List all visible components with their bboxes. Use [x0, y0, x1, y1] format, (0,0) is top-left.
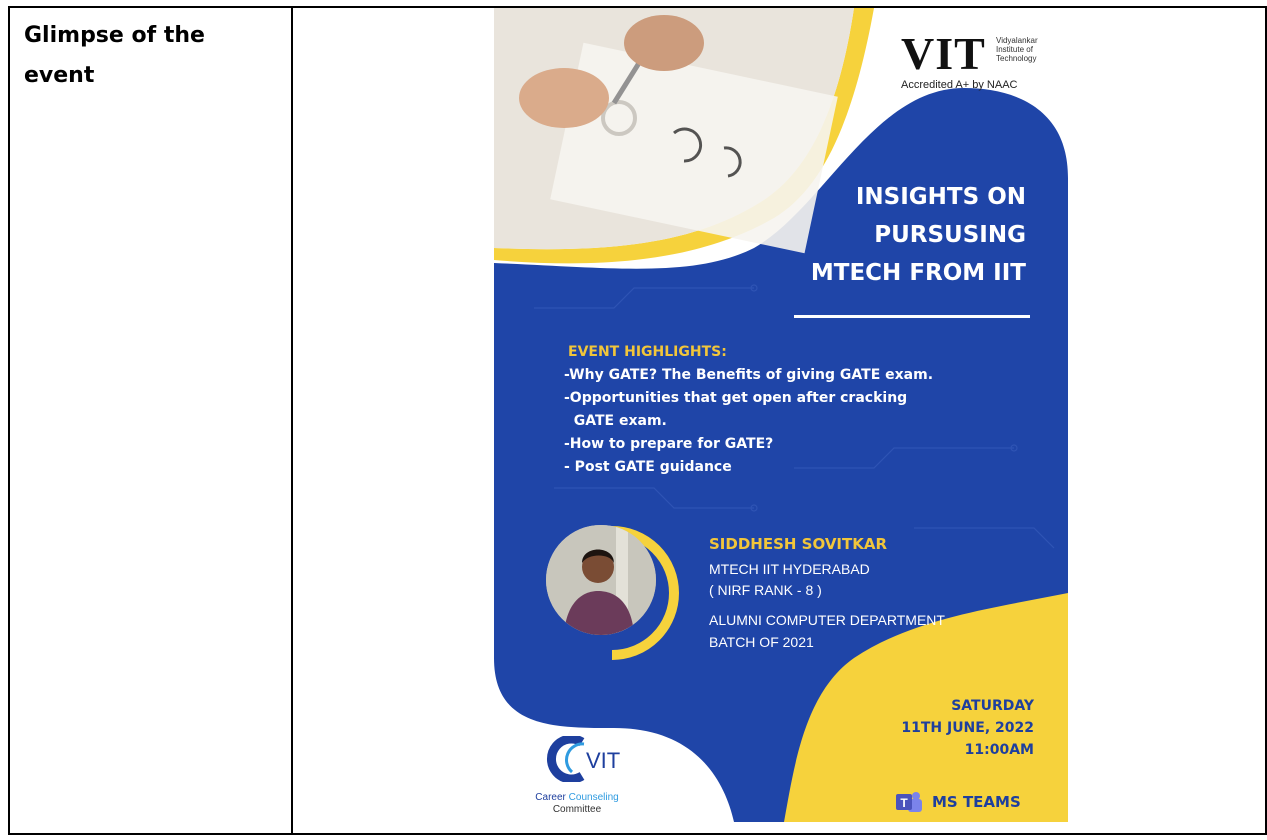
accreditation-text: Accredited A+ by NAAC [901, 79, 1018, 91]
committee-logo: VIT Career Counseling Committee [502, 736, 652, 816]
svg-text:T: T [900, 796, 908, 810]
cvit-logo-mark: VIT [547, 736, 620, 782]
row-label-line-2: event [24, 63, 95, 88]
committee-subtitle: Committee [552, 804, 602, 815]
committee-name-part: Counseling [568, 792, 619, 803]
vit-logo-sub-line: Technology [996, 54, 1037, 63]
highlight-item: - Post GATE guidance [564, 459, 732, 475]
row-label: Glimpse of the event [24, 16, 274, 96]
event-poster: VIT Vidyalankar Institute of Technology … [494, 8, 1068, 822]
vit-logo: VIT Vidyalankar Institute of Technology … [901, 30, 1046, 92]
vit-logo-letters: VIT [901, 28, 986, 79]
highlights-heading: EVENT HIGHLIGHTS: [568, 344, 727, 360]
highlights-list: -Why GATE? The Benefits of giving GATE e… [564, 364, 984, 479]
event-table: Glimpse of the event VIT Vidyalankar Ins… [8, 6, 1267, 835]
vit-logo-sub-line: Vidyalankar [996, 36, 1038, 45]
event-date-line: 11:00AM [964, 742, 1034, 758]
speaker-detail: ALUMNI COMPUTER DEPARTMENT [709, 612, 945, 628]
vit-logo-subtitle: Vidyalankar Institute of Technology [996, 36, 1051, 63]
speaker-silhouette [546, 525, 656, 635]
vit-logo-sub-line: Institute of [996, 45, 1033, 54]
committee-name-part: Career [535, 792, 569, 803]
poster-title-line: INSIGHTS ON [855, 184, 1026, 210]
platform: T MS TEAMS [894, 790, 1021, 814]
speaker-photo-circle [546, 525, 656, 635]
event-date: SATURDAY 11TH JUNE, 2022 11:00AM [901, 695, 1034, 761]
cvit-logo-text: VIT [586, 748, 620, 773]
speaker-photo [546, 525, 674, 653]
ms-teams-icon: T [896, 792, 922, 812]
poster-title-line: MTECH FROM IIT [810, 260, 1026, 286]
event-date-line: SATURDAY [951, 698, 1034, 714]
label-cell: Glimpse of the event [10, 8, 293, 833]
hand-left [519, 68, 609, 128]
row-label-line-1: Glimpse of the [24, 23, 205, 48]
highlight-item: GATE exam. [564, 413, 667, 429]
highlight-item: -Opportunities that get open after crack… [564, 390, 908, 406]
speaker-name: SIDDHESH SOVITKAR [709, 535, 888, 553]
poster-title-line: PURSUSING [874, 222, 1026, 248]
poster-title: INSIGHTS ON PURSUSING MTECH FROM IIT [811, 178, 1026, 292]
highlight-item: -Why GATE? The Benefits of giving GATE e… [564, 367, 934, 383]
title-divider [794, 315, 1030, 318]
highlight-item: -How to prepare for GATE? [564, 436, 774, 452]
hand-right [624, 15, 704, 71]
speaker-detail: ( NIRF RANK - 8 ) [709, 582, 822, 598]
speaker-detail: MTECH IIT HYDERABAD [709, 561, 870, 577]
event-date-line: 11TH JUNE, 2022 [901, 720, 1034, 736]
image-cell: VIT Vidyalankar Institute of Technology … [293, 8, 1265, 833]
committee-name: Career Counseling [502, 792, 652, 803]
speaker-detail: BATCH OF 2021 [709, 634, 814, 650]
platform-label: MS TEAMS [932, 793, 1021, 811]
